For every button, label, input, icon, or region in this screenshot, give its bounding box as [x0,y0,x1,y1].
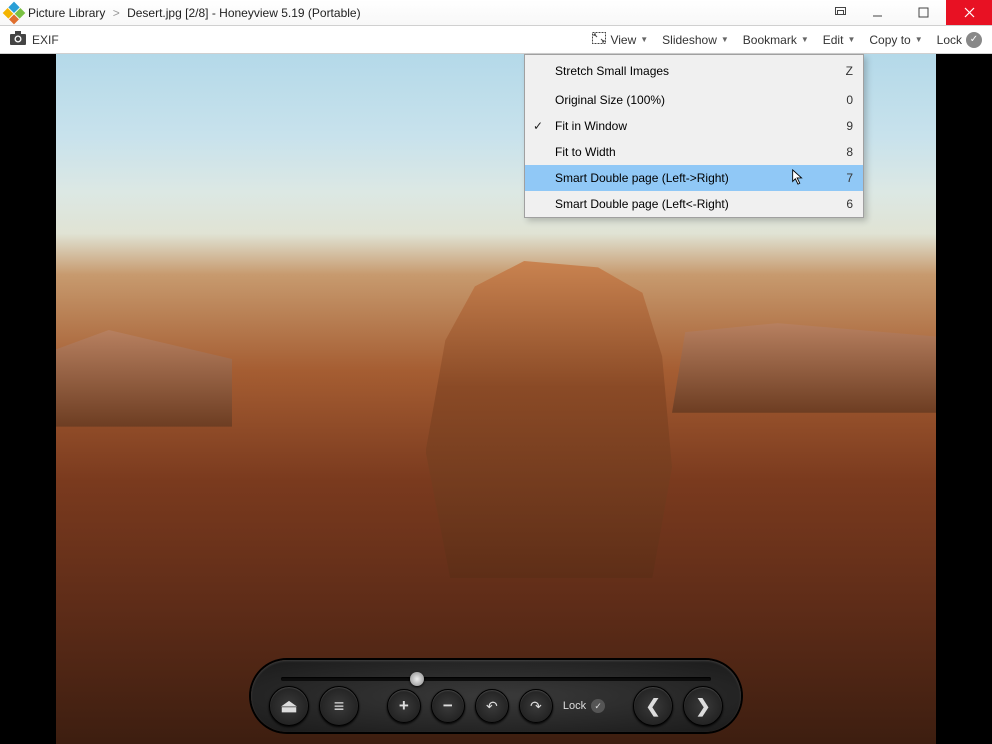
camera-icon [10,31,26,48]
separator-icon: > [113,6,120,20]
lock-label: Lock [937,33,962,47]
check-icon: ✓ [533,119,543,133]
chevron-down-icon: ▼ [847,35,855,44]
menu-item-label: Stretch Small Images [555,64,669,78]
menu-button[interactable]: ≡ [319,686,359,726]
check-circle-icon: ✓ [966,32,982,48]
slideshow-menu[interactable]: Slideshow ▼ [662,33,729,47]
menu-item-label: Fit to Width [555,145,616,159]
title-filename: Desert.jpg [127,6,182,20]
check-circle-icon: ✓ [591,699,605,713]
menu-item-original-size[interactable]: Original Size (100%) 0 [525,87,863,113]
menu-item-shortcut: 6 [846,197,853,211]
image-decoration [56,330,232,427]
view-dropdown: Stretch Small Images Z Original Size (10… [524,54,864,218]
image-decoration [426,261,672,578]
chevron-down-icon: ▼ [801,35,809,44]
exif-button[interactable]: EXIF [32,33,59,47]
menu-item-fit-window[interactable]: ✓ Fit in Window 9 [525,113,863,139]
image-decoration [672,323,936,413]
title-counter: [2/8] [185,6,208,20]
player-lock[interactable]: Lock ✓ [563,699,605,713]
player-controls: ⏏ ≡ + − ↶ ↷ Lock ✓ ❮ ❯ [251,660,741,732]
chevron-down-icon: ▼ [721,35,729,44]
fit-icon [592,32,606,47]
previous-button[interactable]: ❮ [633,686,673,726]
menu-item-label: Fit in Window [555,119,627,133]
menu-item-label: Smart Double page (Left<-Right) [555,197,729,211]
menu-item-label: Smart Double page (Left->Right) [555,171,729,185]
view-menu[interactable]: View ▼ [592,32,648,47]
menu-item-shortcut: 7 [846,171,853,185]
slideshow-label: Slideshow [662,33,717,47]
bookmark-label: Bookmark [743,33,797,47]
player-lock-label: Lock [563,700,586,712]
menu-item-fit-width[interactable]: Fit to Width 8 [525,139,863,165]
window-controls [826,0,992,25]
cursor-icon [791,169,805,188]
next-button[interactable]: ❯ [683,686,723,726]
minimize-button[interactable] [854,0,900,25]
menu-item-double-rtl[interactable]: Smart Double page (Left<-Right) 6 [525,191,863,217]
bookmark-menu[interactable]: Bookmark ▼ [743,33,809,47]
rotate-right-button[interactable]: ↷ [519,689,553,723]
menu-item-shortcut: 9 [846,119,853,133]
copyto-menu[interactable]: Copy to ▼ [869,33,922,47]
close-button[interactable] [946,0,992,25]
window-titlebar: Picture Library > Desert.jpg [2/8] - Hon… [0,0,992,26]
view-label: View [610,33,636,47]
title-appname: Honeyview 5.19 (Portable) [219,6,360,20]
lock-menu[interactable]: Lock ✓ [937,32,982,48]
chevron-down-icon: ▼ [640,35,648,44]
maximize-button[interactable] [900,0,946,25]
app-icon [3,1,26,24]
title-location: Picture Library [28,6,105,20]
rotate-left-button[interactable]: ↶ [475,689,509,723]
menubar: EXIF View▼ Slideshow▼ Bookmark▼ Edit▼ Co… [0,26,992,54]
progress-track[interactable] [281,670,711,686]
menu-item-shortcut: Z [846,64,853,78]
zoom-out-button[interactable]: − [431,689,465,723]
menu-item-double-ltr[interactable]: Smart Double page (Left->Right) 7 [525,165,863,191]
menu-item-label: Original Size (100%) [555,93,665,107]
eject-button[interactable]: ⏏ [269,686,309,726]
edit-menu[interactable]: Edit▼ [823,33,856,47]
menu-item-stretch[interactable]: Stretch Small Images Z [525,55,863,87]
chevron-down-icon: ▼ [915,35,923,44]
window-title: Picture Library > Desert.jpg [2/8] - Hon… [28,6,826,20]
menu-item-shortcut: 8 [846,145,853,159]
progress-knob[interactable] [410,672,424,686]
fullscreen-button[interactable] [826,0,854,25]
zoom-in-button[interactable]: + [387,689,421,723]
copyto-label: Copy to [869,33,910,47]
track-bar [281,677,711,681]
menu-item-shortcut: 0 [846,93,853,107]
edit-label: Edit [823,33,844,47]
